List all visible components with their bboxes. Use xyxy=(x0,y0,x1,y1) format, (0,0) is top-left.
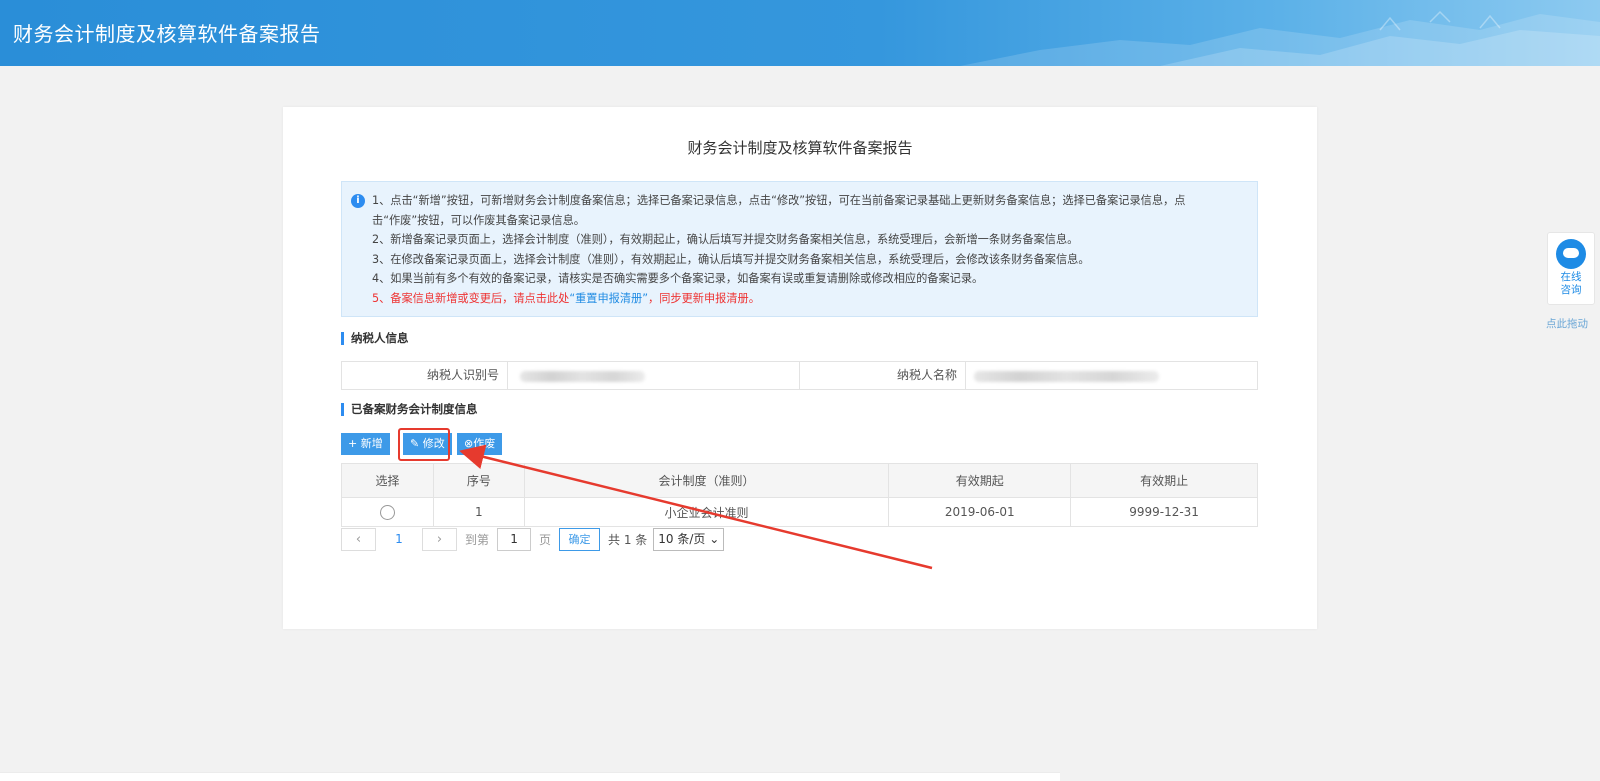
col-standard: 会计制度（准则） xyxy=(523,463,890,498)
online-help-widget[interactable]: 在线 咨询 xyxy=(1547,232,1595,305)
page-title: 财务会计制度及核算软件备案报告 xyxy=(687,139,913,157)
help-label-1: 在线 xyxy=(1560,271,1582,283)
notice-line-3: 3、在修改备案记录页面上，选择会计制度（准则），有效期起止，确认后填写并提交财务… xyxy=(372,252,1090,266)
records-section-title: 已备案财务会计制度信息 xyxy=(341,403,478,416)
main-card: 财务会计制度及核算软件备案报告 i 1、点击“新增”按钮，可新增财务会计制度备案… xyxy=(283,107,1317,629)
notice-line-4: 4、如果当前有多个有效的备案记录，请核实是否确实需要多个备案记录，如备案有误或重… xyxy=(372,272,984,285)
table-header-row: 选择 序号 会计制度（准则） 有效期起 有效期止 xyxy=(341,463,1258,498)
pencil-icon: ✎ xyxy=(410,437,420,450)
pagination: ‹ 1 › 到第 1 页 确定 共 1 条 10 条/页 ⌄ xyxy=(341,527,725,551)
page-number-1[interactable]: 1 xyxy=(376,532,422,546)
page-unit-label: 页 xyxy=(539,532,552,547)
row-select-cell xyxy=(341,497,434,527)
great-wall-decoration xyxy=(960,10,1600,66)
total-count: 共 1 条 xyxy=(608,532,648,547)
taxpayer-id-value xyxy=(507,362,799,389)
taxpayer-id-label: 纳税人识别号 xyxy=(426,368,499,382)
circle-x-icon: ⊗ xyxy=(464,437,474,450)
row-end: 9999-12-31 xyxy=(1070,497,1258,527)
drag-handle-label[interactable]: 点此拖动 xyxy=(1546,316,1588,331)
robot-chat-icon xyxy=(1556,239,1586,269)
edit-button[interactable]: ✎ 修改 xyxy=(403,433,452,455)
row-start: 2019-06-01 xyxy=(888,497,1072,527)
reset-declaration-link[interactable]: “重置申报清册” xyxy=(569,292,648,305)
void-button[interactable]: ⊗作废 xyxy=(457,433,503,455)
goto-label: 到第 xyxy=(465,532,490,547)
app-title: 财务会计制度及核算软件备案报告 xyxy=(13,22,321,46)
taxpayer-section-title: 纳税人信息 xyxy=(341,332,409,345)
col-end: 有效期止 xyxy=(1070,463,1258,498)
row-seq: 1 xyxy=(432,497,525,527)
notice-line-5: 5、备案信息新增或变更后，请点击此处“重置申报清册”，同步更新申报清册。 xyxy=(372,289,1245,309)
notice-box: i 1、点击“新增”按钮，可新增财务会计制度备案信息；选择已备案记录信息，点击“… xyxy=(341,181,1258,317)
row-standard: 小企业会计准则 xyxy=(523,497,890,527)
next-page-button[interactable]: › xyxy=(422,527,457,551)
help-label-2: 咨询 xyxy=(1560,284,1582,296)
notice-line-5-prefix: 5、备案信息新增或变更后，请点击此处 xyxy=(372,291,570,305)
col-start: 有效期起 xyxy=(888,463,1072,498)
edit-button-label: 修改 xyxy=(422,437,445,450)
void-button-label: 作废 xyxy=(473,437,496,450)
info-icon: i xyxy=(351,194,365,208)
goto-confirm-button[interactable]: 确定 xyxy=(559,527,601,551)
page-size-select[interactable]: 10 条/页 ⌄ xyxy=(653,527,725,551)
header-bar: 财务会计制度及核算软件备案报告 xyxy=(0,0,1600,66)
taxpayer-name-label: 纳税人名称 xyxy=(896,368,957,382)
notice-line-5-suffix: ，同步更新申报清册。 xyxy=(648,291,760,305)
records-table: 选择 序号 会计制度（准则） 有效期起 有效期止 1 小企业会计准则 2019-… xyxy=(341,463,1258,527)
col-select: 选择 xyxy=(341,463,434,498)
taxpayer-name-value xyxy=(965,362,1257,389)
table-row[interactable]: 1 小企业会计准则 2019-06-01 9999-12-31 xyxy=(341,497,1258,527)
col-seq: 序号 xyxy=(432,463,525,498)
redacted-name xyxy=(974,371,1159,382)
page-size-value: 10 条/页 xyxy=(658,531,706,546)
notice-line-2: 2、新增备案记录页面上，选择会计制度（准则），有效期起止，确认后填写并提交财务备… xyxy=(372,233,1079,246)
redacted-id xyxy=(520,371,645,382)
chevron-down-icon: ⌄ xyxy=(709,531,720,546)
taxpayer-info-row: 纳税人识别号 纳税人名称 xyxy=(341,361,1258,390)
row-radio[interactable] xyxy=(379,504,395,520)
notice-line-1: 1、点击“新增”按钮，可新增财务会计制度备案信息；选择已备案记录信息，点击“修改… xyxy=(372,194,1186,207)
prev-page-button[interactable]: ‹ xyxy=(341,527,376,551)
notice-line-1-cont: 击“作废”按钮，可以作废其备案记录信息。 xyxy=(372,213,585,227)
goto-page-input[interactable]: 1 xyxy=(497,527,532,551)
add-button[interactable]: + 新增 xyxy=(341,433,390,455)
